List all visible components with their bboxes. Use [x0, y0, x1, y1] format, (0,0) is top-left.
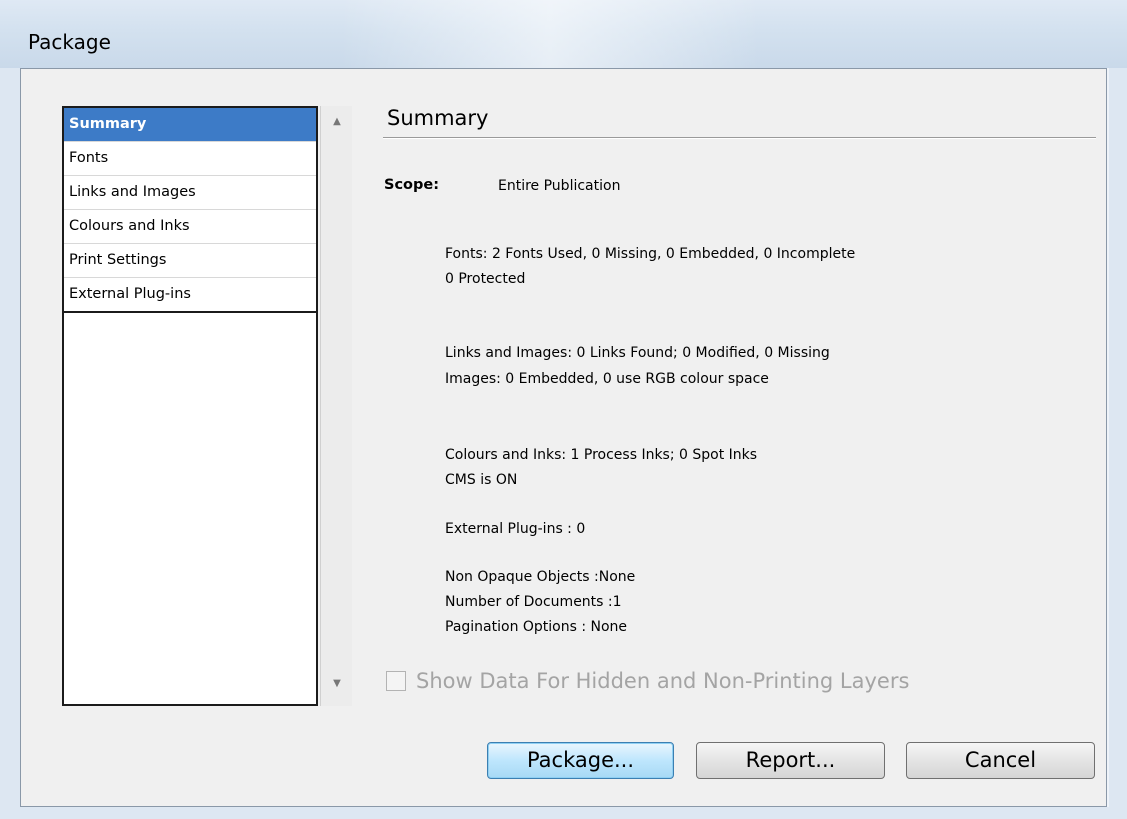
- number-of-documents: Number of Documents :1: [445, 594, 622, 610]
- section-item-colours-and-inks[interactable]: Colours and Inks: [64, 210, 316, 244]
- section-item-fonts[interactable]: Fonts: [64, 142, 316, 176]
- section-item-links-and-images[interactable]: Links and Images: [64, 176, 316, 210]
- non-opaque-objects: Non Opaque Objects :None: [445, 569, 636, 585]
- title-bar-glass: [340, 0, 760, 68]
- window-frame-left: [0, 68, 20, 819]
- show-hidden-layers-label: Show Data For Hidden and Non-Printing La…: [416, 669, 910, 693]
- section-item-print-settings[interactable]: Print Settings: [64, 244, 316, 278]
- cancel-button[interactable]: Cancel: [906, 742, 1095, 779]
- package-button[interactable]: Package...: [487, 742, 674, 779]
- triangle-down-icon[interactable]: ▼: [321, 678, 353, 689]
- window-title: Package: [28, 30, 111, 54]
- show-hidden-layers-checkbox[interactable]: [386, 671, 406, 691]
- fonts-summary-line2: 0 Protected: [445, 271, 526, 287]
- section-list[interactable]: Summary Fonts Links and Images Colours a…: [62, 106, 318, 706]
- window-frame-bottom: [0, 807, 1127, 819]
- fonts-summary-line1: Fonts: 2 Fonts Used, 0 Missing, 0 Embedd…: [445, 246, 856, 262]
- section-list-scrollbar[interactable]: ▲ ▼: [320, 106, 352, 706]
- title-bar[interactable]: Package: [0, 0, 1127, 68]
- colours-summary-line2: CMS is ON: [445, 472, 518, 488]
- scope-label: Scope:: [384, 177, 440, 193]
- links-summary-line1: Links and Images: 0 Links Found; 0 Modif…: [445, 345, 830, 361]
- plugins-summary: External Plug-ins : 0: [445, 521, 586, 537]
- links-summary-line2: Images: 0 Embedded, 0 use RGB colour spa…: [445, 371, 769, 387]
- report-button[interactable]: Report...: [696, 742, 885, 779]
- pagination-options: Pagination Options : None: [445, 619, 628, 635]
- section-item-summary[interactable]: Summary: [64, 108, 316, 142]
- section-title: Summary: [387, 106, 489, 130]
- triangle-up-icon[interactable]: ▲: [321, 116, 353, 127]
- scope-value: Entire Publication: [498, 178, 621, 194]
- section-divider: [383, 137, 1096, 139]
- window-frame-right: [1109, 68, 1127, 819]
- show-hidden-layers-option: Show Data For Hidden and Non-Printing La…: [386, 668, 909, 694]
- colours-summary-line1: Colours and Inks: 1 Process Inks; 0 Spot…: [445, 447, 758, 463]
- section-item-external-plug-ins[interactable]: External Plug-ins: [64, 278, 316, 313]
